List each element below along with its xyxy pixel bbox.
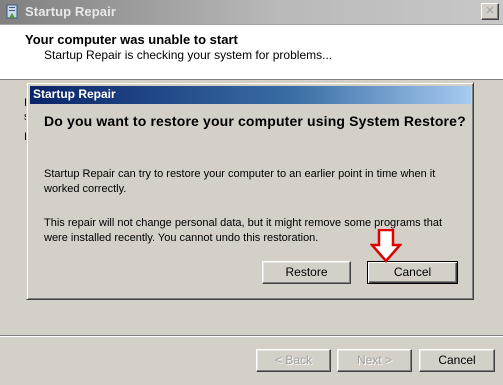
next-button[interactable]: Next > — [337, 349, 412, 372]
startup-repair-icon — [5, 4, 19, 20]
back-button[interactable]: < Back — [256, 349, 331, 372]
down-arrow-icon — [370, 229, 402, 263]
page-subheading: Startup Repair is checking your system f… — [44, 48, 333, 62]
dialog-paragraph-restore: Startup Repair can try to restore your c… — [44, 168, 436, 195]
dialog-title: Startup Repair — [33, 87, 116, 101]
window-title: Startup Repair — [25, 4, 116, 19]
dialog-question: Do you want to restore your computer usi… — [44, 113, 466, 129]
close-button[interactable]: ✕ — [481, 3, 499, 20]
window-titlebar[interactable]: Startup Repair ✕ — [0, 0, 503, 25]
system-restore-dialog: Startup Repair Do you want to restore yo… — [26, 82, 474, 300]
window-header: Your computer was unable to start Startu… — [0, 25, 503, 80]
dialog-titlebar[interactable]: Startup Repair — [30, 86, 471, 104]
dialog-cancel-button[interactable]: Cancel — [367, 261, 458, 284]
footer-cancel-button[interactable]: Cancel — [419, 349, 495, 372]
footer-divider — [0, 335, 503, 337]
restore-button[interactable]: Restore — [262, 261, 351, 284]
page-heading: Your computer was unable to start — [25, 32, 238, 47]
